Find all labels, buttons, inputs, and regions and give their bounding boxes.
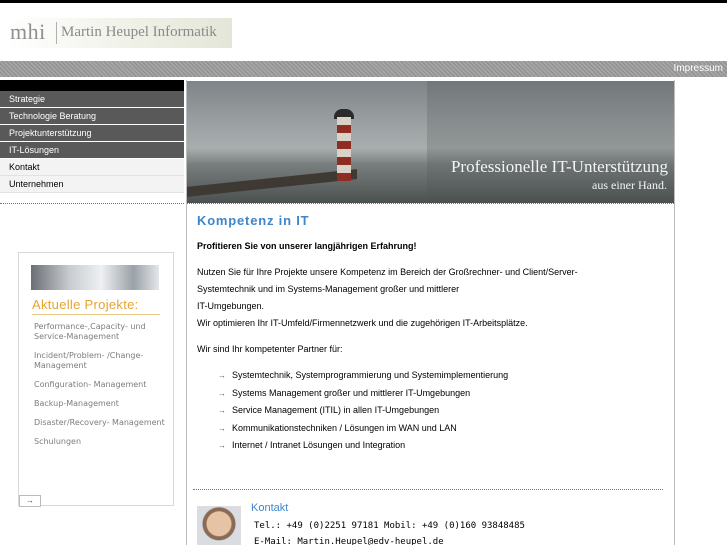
page-title: Kompetenz in IT: [197, 213, 310, 228]
intro-line: IT-Umgebungen.: [197, 301, 265, 311]
service-label: Internet / Intranet Lösungen und Integra…: [232, 440, 406, 450]
contact-title: Kontakt: [251, 502, 289, 514]
sidebar-item-it-loesungen[interactable]: IT-Lösungen: [0, 142, 184, 159]
projects-title: Aktuelle Projekte:: [32, 297, 139, 312]
lighthouse-icon: [337, 117, 351, 181]
service-item: → Internet / Intranet Lösungen und Integr…: [218, 437, 667, 455]
projects-list: Performance-,Capacity- und Service-Manag…: [34, 322, 169, 456]
logo-mark: mhi: [10, 19, 46, 44]
intro-line: Wir optimieren Ihr IT-Umfeld/Firmennetzw…: [197, 318, 528, 328]
service-list: → Systemtechnik, Systemprogrammierung und…: [218, 367, 667, 455]
banner-divider: [187, 203, 674, 204]
service-label: Kommunikationstechniken / Lösungen im WA…: [232, 422, 457, 433]
service-item: → Systemtechnik, Systemprogrammierung und…: [218, 367, 667, 385]
project-item[interactable]: Backup-Management: [34, 399, 169, 409]
main-content: Kompetenz in IT Profitieren Sie von unse…: [197, 213, 667, 455]
sidebar-divider: [0, 203, 184, 204]
lead-text: Profitieren Sie von unserer langjährigen…: [197, 241, 417, 251]
header-banner: Professionelle IT-Unterstützung aus eine…: [187, 81, 674, 203]
logo-separator: [56, 22, 57, 44]
sidebar-top-strip: [0, 80, 184, 91]
more-arrow-icon[interactable]: →: [19, 495, 41, 507]
arrow-icon: →: [218, 406, 226, 415]
intro-paragraph: Nutzen Sie für Ihre Projekte unsere Komp…: [197, 264, 667, 332]
service-label: Service Management (ITIL) in allen IT-Um…: [232, 405, 440, 415]
contact-divider: [193, 489, 663, 490]
sidebar-item-strategie[interactable]: Strategie: [0, 91, 184, 108]
service-item: → Service Management (ITIL) in allen IT-U…: [218, 402, 667, 420]
top-nav-bar: Impressum: [0, 61, 727, 77]
projects-box: Aktuelle Projekte: Performance-,Capacity…: [18, 252, 174, 507]
projects-title-underline: [32, 314, 160, 315]
banner-headline: Professionelle IT-Unterstützung: [450, 157, 668, 176]
sidebar-item-unternehmen[interactable]: Unternehmen: [0, 176, 184, 193]
project-item[interactable]: Performance-,Capacity- und Service-Manag…: [34, 322, 169, 342]
logo-name: Martin Heupel Informatik: [61, 24, 217, 40]
sidebar-item-technologie-beratung[interactable]: Technologie Beratung: [0, 108, 184, 125]
contact-photo: [197, 506, 241, 545]
project-item[interactable]: Disaster/Recovery- Management: [34, 418, 169, 428]
arrow-icon: →: [218, 423, 226, 433]
intro-line: Nutzen Sie für Ihre Projekte unsere Komp…: [197, 267, 578, 277]
sidebar-item-kontakt[interactable]: Kontakt: [0, 159, 184, 176]
projects-thumbnail: [31, 265, 159, 290]
sidebar-nav: Strategie Technologie Beratung Projektun…: [0, 80, 184, 193]
service-label: Systemtechnik, Systemprogrammierung und …: [232, 370, 509, 380]
site-logo[interactable]: mhi Martin Heupel Informatik: [8, 18, 232, 48]
impressum-link[interactable]: Impressum: [674, 63, 723, 74]
intro-line: Systemtechnik und im Systems-Management …: [197, 284, 460, 294]
service-item: → Kommunikationstechniken / Lösungen im W…: [218, 420, 667, 438]
contact-email[interactable]: E-Mail: Martin.Heupel@edv-heupel.de: [254, 537, 444, 545]
arrow-icon: →: [218, 371, 226, 380]
project-item[interactable]: Configuration- Management: [34, 380, 169, 390]
banner-subline: aus einer Hand.: [592, 178, 667, 192]
arrow-icon: →: [218, 441, 226, 450]
arrow-icon: →: [218, 388, 226, 398]
service-item: → Systems Management großer und mittlerer…: [218, 385, 667, 403]
project-item[interactable]: Incident/Problem- /Change-Management: [34, 351, 169, 371]
sidebar-item-projektunterstuetzung[interactable]: Projektunterstützung: [0, 125, 184, 142]
partner-intro: Wir sind Ihr kompetenter Partner für:: [197, 344, 343, 354]
project-item[interactable]: Schulungen: [34, 437, 169, 447]
service-label: Systems Management großer und mittlerer …: [232, 387, 471, 398]
top-black-bar: [0, 0, 727, 3]
contact-phone: Tel.: +49 (0)2251 97181 Mobil: +49 (0)16…: [254, 521, 525, 531]
